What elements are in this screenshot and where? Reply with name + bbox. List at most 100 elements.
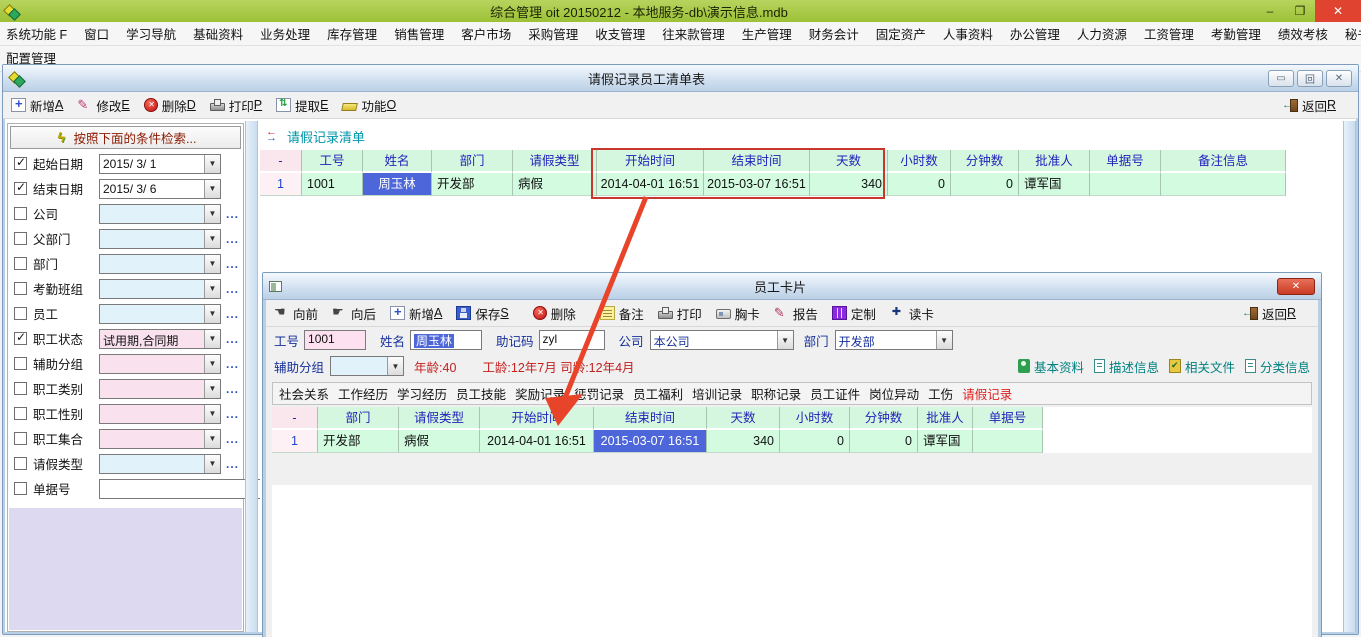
menu-item[interactable]: 客户市场 <box>461 24 511 43</box>
description-link[interactable]: 描述信息 <box>1094 357 1159 376</box>
col-header[interactable]: 请假类型 <box>399 407 480 430</box>
menu-item[interactable]: 办公管理 <box>1010 24 1060 43</box>
col-header[interactable]: 小时数 <box>780 407 850 430</box>
next-button[interactable]: 向后 <box>332 304 376 323</box>
dept-dropdown[interactable]: ▼ <box>99 254 221 274</box>
tab-work-history[interactable]: 工作经历 <box>338 384 388 403</box>
table-row[interactable]: 1 开发部 病假 2014-04-01 16:51 2015-03-07 16:… <box>272 430 1312 453</box>
prev-button[interactable]: 向前 <box>274 304 318 323</box>
search-condition-button[interactable]: 按照下面的条件检索... <box>10 126 241 149</box>
staff-status-more-button[interactable]: ... <box>221 332 239 346</box>
doc-no-input[interactable] <box>99 479 262 499</box>
tab-punishments[interactable]: 惩罚记录 <box>574 384 624 403</box>
checkbox-start-date[interactable] <box>14 157 27 170</box>
menu-item[interactable]: 绩效考核 <box>1278 24 1328 43</box>
tab-injury[interactable]: 工伤 <box>928 384 953 403</box>
checkbox-aux-group[interactable] <box>14 357 27 370</box>
col-header[interactable]: 请假类型 <box>513 150 597 173</box>
save-button[interactable]: 保存S <box>456 304 508 323</box>
parent-dept-more-button[interactable]: ... <box>221 232 239 246</box>
start-date-dropdown[interactable]: 2015/ 3/ 1▼ <box>99 154 221 174</box>
menu-item[interactable]: 往来款管理 <box>662 24 725 43</box>
readcard-button[interactable]: 读卡 <box>890 304 934 323</box>
function-button[interactable]: 功能O <box>342 96 396 115</box>
checkbox-staff-category[interactable] <box>14 382 27 395</box>
checkbox-staff-gender[interactable] <box>14 407 27 420</box>
tab-rewards[interactable]: 奖励记录 <box>515 384 565 403</box>
col-header[interactable]: 单据号 <box>973 407 1043 430</box>
staff-category-more-button[interactable]: ... <box>221 382 239 396</box>
sidebar-splitter[interactable] <box>245 121 258 632</box>
name-field[interactable]: 周玉林 <box>410 330 482 350</box>
checkbox-doc-no[interactable] <box>14 482 27 495</box>
col-header[interactable]: 部门 <box>318 407 399 430</box>
leave-type-more-button[interactable]: ... <box>221 457 239 471</box>
checkbox-attendance-group[interactable] <box>14 282 27 295</box>
tab-certificates[interactable]: 员工证件 <box>810 384 860 403</box>
mnemonic-field[interactable]: zyl <box>539 330 605 350</box>
checkbox-end-date[interactable] <box>14 182 27 195</box>
menu-item[interactable]: 秘书功能 <box>1345 24 1361 43</box>
col-header[interactable]: 部门 <box>432 150 513 173</box>
menu-item[interactable]: 工资管理 <box>1144 24 1194 43</box>
add-button[interactable]: 新增A <box>11 96 63 115</box>
menu-item[interactable]: 销售管理 <box>394 24 444 43</box>
menu-item[interactable]: 财务会计 <box>809 24 859 43</box>
menu-item[interactable]: 系统功能 F <box>6 24 67 43</box>
menu-item[interactable]: 采购管理 <box>528 24 578 43</box>
checkbox-staff-set[interactable] <box>14 432 27 445</box>
note-button[interactable]: 备注 <box>600 304 644 323</box>
tab-leave-records[interactable]: 请假记录 <box>962 384 1012 403</box>
col-header[interactable]: 分钟数 <box>951 150 1019 173</box>
add-button[interactable]: 新增A <box>390 304 442 323</box>
staff-category-dropdown[interactable]: ▼ <box>99 379 221 399</box>
col-header[interactable]: 小时数 <box>888 150 951 173</box>
col-header[interactable]: 结束时间 <box>594 407 707 430</box>
tab-position-change[interactable]: 岗位异动 <box>869 384 919 403</box>
dept-dropdown[interactable]: 开发部▼ <box>835 330 953 350</box>
custom-button[interactable]: 定制 <box>832 304 876 323</box>
tab-skills[interactable]: 员工技能 <box>456 384 506 403</box>
menu-item[interactable]: 人事资料 <box>943 24 993 43</box>
menu-item[interactable]: 窗口 <box>84 24 109 43</box>
menu-item[interactable]: 库存管理 <box>327 24 377 43</box>
col-header[interactable]: 工号 <box>302 150 363 173</box>
staff-gender-more-button[interactable]: ... <box>221 407 239 421</box>
tab-education[interactable]: 学习经历 <box>397 384 447 403</box>
staff-set-more-button[interactable]: ... <box>221 432 239 446</box>
col-header[interactable]: 天数 <box>810 150 888 173</box>
menu-item[interactable]: 固定资产 <box>876 24 926 43</box>
restore-button[interactable]: ❐ <box>1285 0 1315 22</box>
delete-button[interactable]: 删除D <box>144 96 196 115</box>
report-button[interactable]: 报告 <box>774 304 818 323</box>
menu-item[interactable]: 学习导航 <box>126 24 176 43</box>
col-header[interactable]: - <box>260 150 302 173</box>
end-date-dropdown[interactable]: 2015/ 3/ 6▼ <box>99 179 221 199</box>
col-header[interactable]: 批准人 <box>918 407 973 430</box>
dept-more-button[interactable]: ... <box>221 257 239 271</box>
col-header[interactable]: - <box>272 407 318 430</box>
aux-group-dropdown[interactable]: ▼ <box>330 356 404 376</box>
attendance-group-dropdown[interactable]: ▼ <box>99 279 221 299</box>
col-header[interactable]: 单据号 <box>1090 150 1161 173</box>
col-header[interactable]: 天数 <box>707 407 780 430</box>
parent-dept-dropdown[interactable]: ▼ <box>99 229 221 249</box>
checkbox-dept[interactable] <box>14 257 27 270</box>
checkbox-company[interactable] <box>14 207 27 220</box>
edit-button[interactable]: 修改E <box>77 96 129 115</box>
emp-no-field[interactable]: 1001 <box>304 330 366 350</box>
checkbox-parent-dept[interactable] <box>14 232 27 245</box>
return-button[interactable]: 返回R <box>1282 96 1336 115</box>
menu-item[interactable]: 基础资料 <box>193 24 243 43</box>
col-header[interactable]: 备注信息 <box>1161 150 1286 173</box>
checkbox-staff-status[interactable] <box>14 332 27 345</box>
print-button[interactable]: 打印P <box>210 96 262 115</box>
extract-button[interactable]: 提取E <box>276 96 328 115</box>
checkbox-leave-type[interactable] <box>14 457 27 470</box>
employee-dropdown[interactable]: ▼ <box>99 304 221 324</box>
staff-status-dropdown[interactable]: 试用期,合同期▼ <box>99 329 221 349</box>
col-header[interactable]: 姓名 <box>363 150 432 173</box>
print-button[interactable]: 打印 <box>658 304 702 323</box>
vertical-scrollbar[interactable] <box>1343 121 1356 632</box>
badge-button[interactable]: 胸卡 <box>716 304 760 323</box>
